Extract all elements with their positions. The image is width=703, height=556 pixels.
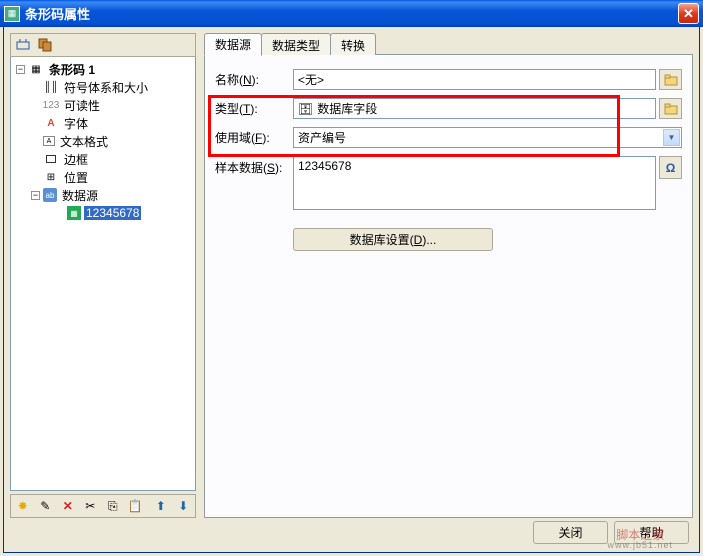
- delete-icon[interactable]: ✕: [58, 497, 78, 515]
- left-panel: −▦条形码 1 ║║符号体系和大小 123可读性 A字体 A文本格式 边框 ⊞位…: [10, 33, 196, 518]
- chevron-down-icon[interactable]: ▼: [663, 129, 680, 146]
- tree-item-position[interactable]: ⊞位置: [13, 168, 193, 186]
- name-browse-button[interactable]: [659, 69, 682, 90]
- tab-datatype[interactable]: 数据类型: [261, 33, 331, 55]
- left-toolbar: [10, 33, 196, 57]
- omega-button[interactable]: Ω: [659, 156, 682, 179]
- expand-icon[interactable]: [13, 36, 33, 54]
- sample-label: 样本数据(S):: [215, 156, 293, 176]
- copy-icon[interactable]: [35, 36, 55, 54]
- right-panel: 数据源 数据类型 转换 名称(N): <无> 类型(T): 🗄数据库字段 使用域…: [204, 33, 693, 518]
- tree-item-symbol[interactable]: ║║符号体系和大小: [13, 78, 193, 96]
- moveup-icon[interactable]: ⬆: [151, 497, 171, 515]
- help-button[interactable]: 帮助: [614, 521, 689, 544]
- tree-item-font[interactable]: A字体: [13, 114, 193, 132]
- name-input[interactable]: <无>: [293, 69, 656, 90]
- tree-view[interactable]: −▦条形码 1 ║║符号体系和大小 123可读性 A字体 A文本格式 边框 ⊞位…: [10, 57, 196, 491]
- close-button[interactable]: 关闭: [533, 521, 608, 544]
- paste-icon[interactable]: 📋: [126, 497, 146, 515]
- field-select[interactable]: 资产编号▼: [293, 127, 682, 148]
- tree-item-data-value[interactable]: ▦12345678: [13, 204, 193, 222]
- bottom-toolbar: ✸ ✎ ✕ ✂ ⎘ 📋 ⬆ ⬇: [10, 494, 196, 518]
- tab-datasource[interactable]: 数据源: [204, 33, 262, 56]
- tree-item-readable[interactable]: 123可读性: [13, 96, 193, 114]
- tree-item-textformat[interactable]: A文本格式: [13, 132, 193, 150]
- client-area: −▦条形码 1 ║║符号体系和大小 123可读性 A字体 A文本格式 边框 ⊞位…: [3, 27, 700, 553]
- tab-transform[interactable]: 转换: [330, 33, 376, 55]
- database-icon: 🗄: [298, 102, 313, 116]
- app-icon: ▦: [4, 6, 20, 22]
- db-settings-button[interactable]: 数据库设置(D)...: [293, 228, 493, 251]
- type-browse-button[interactable]: [659, 98, 682, 119]
- dialog-buttons: 关闭 帮助: [533, 521, 689, 544]
- sample-textarea[interactable]: [293, 156, 656, 210]
- titlebar: ▦ 条形码属性 ✕: [0, 0, 703, 27]
- type-label: 类型(T):: [215, 100, 293, 117]
- field-label: 使用域(F):: [215, 129, 293, 146]
- tab-content: 名称(N): <无> 类型(T): 🗄数据库字段 使用域(F): 资产编号▼ 样…: [204, 54, 693, 518]
- tree-item-datasource[interactable]: −ab数据源: [13, 186, 193, 204]
- tree-item-border[interactable]: 边框: [13, 150, 193, 168]
- wizard-icon[interactable]: ✎: [36, 497, 56, 515]
- cut-icon[interactable]: ✂: [81, 497, 101, 515]
- tree-root[interactable]: −▦条形码 1: [13, 60, 193, 78]
- tab-bar: 数据源 数据类型 转换: [204, 33, 693, 55]
- type-input[interactable]: 🗄数据库字段: [293, 98, 656, 119]
- window-title: 条形码属性: [25, 4, 678, 23]
- copy2-icon[interactable]: ⎘: [103, 497, 123, 515]
- movedown-icon[interactable]: ⬇: [174, 497, 194, 515]
- close-icon[interactable]: ✕: [678, 3, 699, 24]
- new-icon[interactable]: ✸: [13, 497, 33, 515]
- name-label: 名称(N):: [215, 71, 293, 88]
